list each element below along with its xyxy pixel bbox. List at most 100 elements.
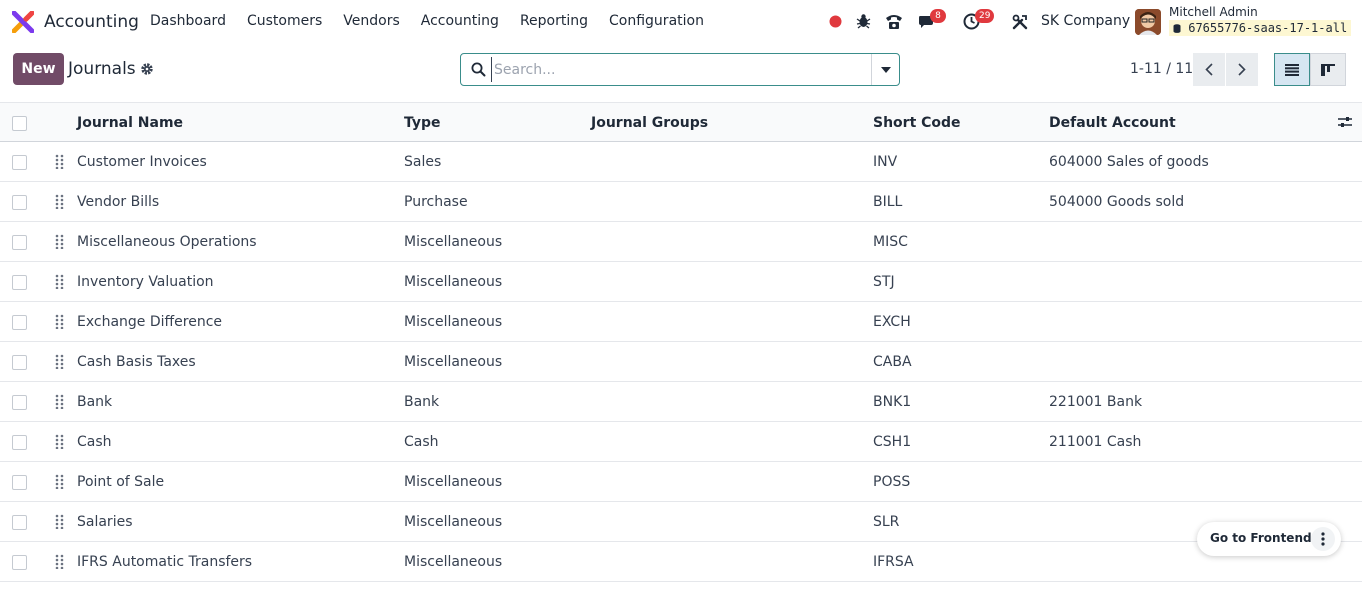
drag-handle-icon[interactable]: [55, 434, 64, 449]
cell-short-code: STJ: [873, 274, 895, 290]
table-row[interactable]: Miscellaneous Operations Miscellaneous M…: [0, 222, 1362, 262]
cell-short-code: POSS: [873, 474, 911, 490]
drag-handle-icon[interactable]: [55, 354, 64, 369]
table-row[interactable]: Inventory Valuation Miscellaneous STJ: [0, 262, 1362, 302]
cell-journal-name: Cash Basis Taxes: [77, 354, 196, 370]
cell-journal-name: Salaries: [77, 514, 133, 530]
row-checkbox[interactable]: [12, 435, 27, 450]
pager-value[interactable]: 1-11 / 11: [1130, 61, 1193, 77]
drag-handle-icon[interactable]: [55, 554, 64, 569]
cell-type: Miscellaneous: [404, 554, 503, 570]
kanban-icon: [1321, 63, 1335, 76]
column-header-journal-name[interactable]: Journal Name: [77, 103, 183, 143]
row-checkbox[interactable]: [12, 155, 27, 170]
user-avatar[interactable]: [1135, 9, 1161, 35]
column-header-journal-groups[interactable]: Journal Groups: [591, 103, 708, 143]
cell-type: Miscellaneous: [404, 274, 503, 290]
list-icon: [1285, 63, 1299, 76]
drag-handle-icon[interactable]: [55, 234, 64, 249]
optional-columns-sliders-icon[interactable]: [1338, 115, 1352, 129]
table-row[interactable]: Cash Basis Taxes Miscellaneous CABA: [0, 342, 1362, 382]
table-row[interactable]: Vendor Bills Purchase BILL 504000 Goods …: [0, 182, 1362, 222]
column-header-short-code[interactable]: Short Code: [873, 103, 961, 143]
menu-item-vendors[interactable]: Vendors: [343, 13, 399, 29]
app-name[interactable]: Accounting: [44, 12, 139, 32]
row-checkbox[interactable]: [12, 275, 27, 290]
cell-journal-name: IFRS Automatic Transfers: [77, 554, 253, 570]
cell-type: Miscellaneous: [404, 354, 503, 370]
gear-icon[interactable]: [140, 62, 154, 76]
cell-journal-name: Inventory Valuation: [77, 274, 214, 290]
table-header: Journal Name Type Journal Groups Short C…: [0, 102, 1362, 142]
cell-journal-name: Point of Sale: [77, 474, 165, 490]
cell-journal-name: Exchange Difference: [77, 314, 223, 330]
table-row[interactable]: Customer Invoices Sales INV 604000 Sales…: [0, 142, 1362, 182]
cell-short-code: CSH1: [873, 434, 912, 450]
go-to-frontend-button[interactable]: Go to Frontend: [1210, 531, 1312, 545]
drag-handle-icon[interactable]: [55, 474, 64, 489]
row-checkbox[interactable]: [12, 195, 27, 210]
table-body: Customer Invoices Sales INV 604000 Sales…: [0, 142, 1362, 582]
cell-short-code: BNK1: [873, 394, 912, 410]
row-checkbox[interactable]: [12, 515, 27, 530]
new-button[interactable]: New: [13, 53, 64, 85]
row-checkbox[interactable]: [12, 315, 27, 330]
pager-next-button[interactable]: [1226, 53, 1258, 86]
caret-down-icon: [881, 66, 891, 73]
cell-type: Miscellaneous: [404, 234, 503, 250]
row-checkbox[interactable]: [12, 355, 27, 370]
cell-journal-name: Cash: [77, 434, 112, 450]
cell-default-account: 604000 Sales of goods: [1049, 154, 1209, 170]
table-row[interactable]: Bank Bank BNK1 221001 Bank: [0, 382, 1362, 422]
drag-handle-icon[interactable]: [55, 154, 64, 169]
bug-icon[interactable]: [856, 13, 871, 29]
menu-item-dashboard[interactable]: Dashboard: [150, 13, 226, 29]
phone-icon[interactable]: [885, 13, 903, 30]
company-switcher[interactable]: SK Company: [1041, 13, 1130, 29]
cell-type: Miscellaneous: [404, 514, 503, 530]
drag-handle-icon[interactable]: [55, 514, 64, 529]
cell-default-account: 211001 Cash: [1049, 434, 1142, 450]
menu-item-configuration[interactable]: Configuration: [609, 13, 704, 29]
database-name-text: 67655776-saas-17-1-all: [1188, 21, 1348, 35]
cell-journal-name: Vendor Bills: [77, 194, 160, 210]
cell-type: Purchase: [404, 194, 468, 210]
journals-table: Journal Name Type Journal Groups Short C…: [0, 102, 1362, 582]
user-name[interactable]: Mitchell Admin: [1169, 5, 1258, 19]
drag-handle-icon[interactable]: [55, 274, 64, 289]
menu-item-customers[interactable]: Customers: [247, 13, 322, 29]
drag-handle-icon[interactable]: [55, 194, 64, 209]
menu-item-reporting[interactable]: Reporting: [520, 13, 588, 29]
cell-journal-name: Miscellaneous Operations: [77, 234, 257, 250]
drag-handle-icon[interactable]: [55, 314, 64, 329]
more-options-button[interactable]: [1311, 527, 1335, 551]
search-options-toggle[interactable]: [871, 54, 900, 85]
menu-item-accounting[interactable]: Accounting: [421, 13, 499, 29]
kanban-view-button[interactable]: [1310, 53, 1346, 86]
row-checkbox[interactable]: [12, 395, 27, 410]
table-row[interactable]: IFRS Automatic Transfers Miscellaneous I…: [0, 542, 1362, 582]
table-row[interactable]: Cash Cash CSH1 211001 Cash: [0, 422, 1362, 462]
select-all-checkbox[interactable]: [12, 116, 27, 131]
column-header-default-account[interactable]: Default Account: [1049, 103, 1176, 143]
table-row[interactable]: Exchange Difference Miscellaneous EXCH: [0, 302, 1362, 342]
table-row[interactable]: Point of Sale Miscellaneous POSS: [0, 462, 1362, 502]
row-checkbox[interactable]: [12, 235, 27, 250]
cell-type: Miscellaneous: [404, 314, 503, 330]
row-checkbox[interactable]: [12, 555, 27, 570]
cell-journal-name: Customer Invoices: [77, 154, 207, 170]
search-input[interactable]: [491, 57, 869, 82]
pager-previous-button[interactable]: [1193, 53, 1225, 86]
accounting-app-logo-icon[interactable]: [12, 11, 34, 33]
table-row[interactable]: Salaries Miscellaneous SLR: [0, 502, 1362, 542]
list-view-button[interactable]: [1274, 53, 1310, 86]
cell-short-code: MISC: [873, 234, 908, 250]
row-checkbox[interactable]: [12, 475, 27, 490]
drag-handle-icon[interactable]: [55, 394, 64, 409]
search-icon[interactable]: [471, 62, 486, 77]
column-header-type[interactable]: Type: [404, 103, 441, 143]
cell-journal-name: Bank: [77, 394, 113, 410]
record-icon[interactable]: [829, 15, 842, 28]
tools-icon[interactable]: [1012, 14, 1028, 30]
chevron-right-icon: [1238, 63, 1246, 76]
